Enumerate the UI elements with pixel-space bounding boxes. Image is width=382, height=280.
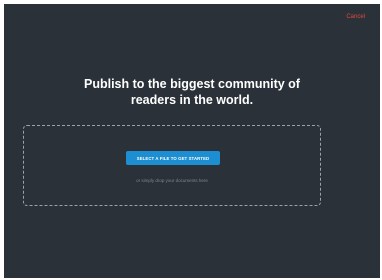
screenshot-frame: Cancel Publish to the biggest community … — [0, 0, 382, 280]
file-drop-zone[interactable]: SELECT A FILE TO GET STARTED or simply d… — [23, 125, 321, 206]
upload-dialog: Cancel Publish to the biggest community … — [4, 4, 380, 278]
drop-hint-text: or simply drop your documents here — [136, 178, 208, 183]
page-title: Publish to the biggest community of read… — [84, 77, 300, 107]
cancel-link[interactable]: Cancel — [346, 14, 365, 20]
select-file-button[interactable]: SELECT A FILE TO GET STARTED — [126, 151, 220, 165]
